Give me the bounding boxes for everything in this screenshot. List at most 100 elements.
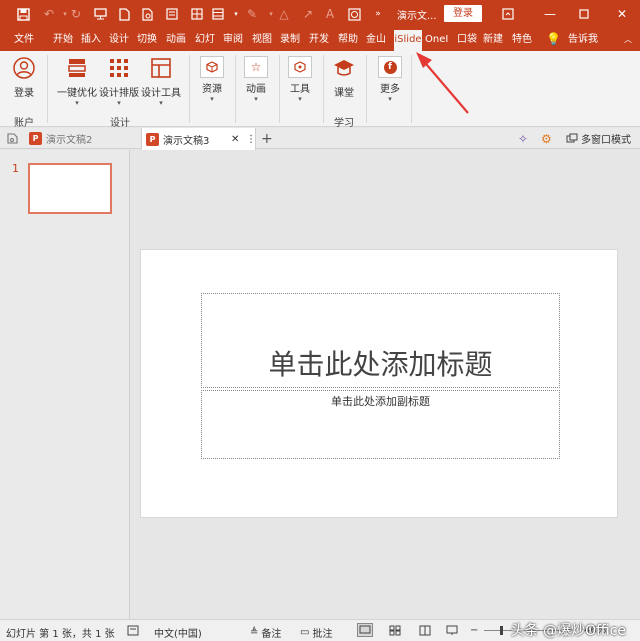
font-color-icon[interactable]: A: [321, 5, 339, 23]
document-tab-1[interactable]: P 演示文稿2: [29, 128, 137, 149]
tab-view[interactable]: 视图: [252, 28, 272, 51]
design-layout-label: 设计排版: [99, 88, 139, 99]
zoom-out-button[interactable]: −: [470, 625, 478, 636]
draw-shape-icon[interactable]: △: [275, 5, 293, 23]
chevron-down-icon: ▾: [298, 95, 302, 103]
tab-record[interactable]: 录制: [280, 28, 300, 51]
slide[interactable]: 单击此处添加标题 单击此处添加副标题: [140, 249, 618, 518]
print-preview-icon[interactable]: [139, 5, 157, 23]
facebook-icon: f: [378, 56, 402, 78]
lightbulb-icon[interactable]: 💡: [546, 28, 561, 51]
tab-insert[interactable]: 插入: [81, 28, 101, 51]
tab-onenote[interactable]: OneI: [425, 28, 451, 51]
tab-islide[interactable]: iSlide: [394, 30, 422, 51]
file-nav-icon[interactable]: [6, 128, 19, 149]
comments-label: 批注: [312, 629, 333, 640]
login-button[interactable]: 登录: [444, 5, 482, 22]
more-label: 更多: [380, 84, 400, 95]
more-button[interactable]: f 更多 ▾: [375, 56, 405, 103]
tab-featured[interactable]: 特色: [512, 28, 536, 51]
graduation-cap-icon: [334, 60, 354, 76]
grid-icon[interactable]: [188, 5, 206, 23]
ribbon-separator: [366, 55, 367, 123]
tab-pocket[interactable]: 口袋: [457, 28, 477, 51]
slide-sorter-view-icon[interactable]: [389, 625, 401, 636]
document-tab-2[interactable]: P 演示文稿3 ✕ ⋮: [141, 128, 256, 150]
minimize-icon[interactable]: —: [540, 4, 560, 24]
slide-thumbnail[interactable]: [28, 163, 112, 214]
notes-icon: ≜: [250, 627, 259, 638]
tab-transitions[interactable]: 切换: [137, 28, 157, 51]
close-icon[interactable]: ✕: [612, 4, 632, 24]
tab-kingsoft[interactable]: 金山: [366, 28, 392, 51]
chevron-down-icon: ▾: [388, 95, 392, 103]
language-indicator[interactable]: 中文(中国): [154, 625, 202, 640]
windows-icon: [566, 133, 578, 143]
notes-button[interactable]: ≜ 备注: [250, 625, 281, 640]
collapse-ribbon-icon[interactable]: ︿: [624, 28, 632, 51]
restore-icon[interactable]: [574, 4, 594, 24]
group-label-learning: 学习: [334, 118, 354, 129]
tab-developer[interactable]: 开发: [309, 28, 329, 51]
chevron-down-icon: ▾: [159, 99, 163, 107]
resources-button[interactable]: 资源 ▾: [197, 56, 227, 103]
tab-new[interactable]: 新建: [483, 28, 503, 51]
zoom-slider-thumb[interactable]: [500, 626, 503, 635]
tab-animations[interactable]: 动画: [166, 28, 186, 51]
one-click-optimize-button[interactable]: 一键优化 ▾: [56, 57, 98, 107]
slideshow-icon[interactable]: [91, 5, 109, 23]
table-icon[interactable]: [209, 5, 227, 23]
comment-icon: ▭: [300, 627, 310, 638]
animation-button[interactable]: ☆ 动画 ▾: [241, 56, 271, 103]
animation-label: 动画: [246, 84, 266, 95]
toolbox-icon: [288, 56, 312, 78]
tab-menu-icon[interactable]: ⋮: [246, 134, 256, 145]
watermark: 头条 @爆炒Office: [510, 623, 626, 639]
multi-window-mode-button[interactable]: 多窗口模式: [566, 128, 631, 149]
ribbon-separator: [279, 55, 280, 123]
tab-file[interactable]: 文件: [14, 28, 34, 51]
comments-button[interactable]: ▭ 批注: [300, 625, 332, 640]
arrow-shape-icon[interactable]: ↗: [299, 5, 317, 23]
new-tab-button[interactable]: +: [261, 128, 273, 149]
slide-info: 幻灯片 第 1 张，共 1 张: [6, 629, 115, 640]
login-ribbon-button[interactable]: 登录: [10, 57, 38, 99]
settings-gear-icon[interactable]: ⚙: [541, 128, 552, 149]
title-placeholder[interactable]: 单击此处添加标题: [201, 293, 560, 388]
notes-label: 备注: [261, 629, 282, 640]
normal-view-icon[interactable]: [357, 623, 373, 637]
redo-icon[interactable]: ↻: [67, 5, 85, 23]
design-layout-button[interactable]: 设计排版 ▾: [98, 57, 140, 107]
tools-button[interactable]: 工具 ▾: [285, 56, 315, 103]
login-ribbon-label: 登录: [14, 88, 34, 99]
document-title: 演示文...: [397, 11, 437, 22]
more-commands-icon[interactable]: »: [369, 5, 387, 23]
slideshow-view-icon[interactable]: [446, 625, 458, 636]
pen-icon[interactable]: ✎: [243, 5, 261, 23]
close-tab-icon[interactable]: ✕: [231, 134, 239, 145]
reading-view-icon[interactable]: [419, 625, 431, 636]
save-icon[interactable]: [14, 5, 32, 23]
tab-help[interactable]: 帮助: [338, 28, 358, 51]
magic-wand-icon[interactable]: ✧: [518, 128, 528, 149]
document-tab-bar: P 演示文稿2 P 演示文稿3 ✕ ⋮ + ✧ ⚙ 多窗口模式: [0, 128, 640, 150]
accessibility-icon[interactable]: [127, 625, 139, 636]
tab-home[interactable]: 开始: [53, 28, 73, 51]
shape-fill-icon[interactable]: [345, 5, 363, 23]
format-icon[interactable]: [163, 5, 181, 23]
design-tools-button[interactable]: 设计工具 ▾: [140, 57, 182, 107]
classroom-button[interactable]: 课堂: [329, 57, 359, 99]
tab-design[interactable]: 设计: [109, 28, 129, 51]
ribbon-display-options-icon[interactable]: [498, 4, 518, 24]
tab-review[interactable]: 审阅: [223, 28, 243, 51]
ribbon-separator: [411, 55, 412, 123]
document-tab-1-label: 演示文稿2: [46, 135, 93, 146]
grid-dots-icon: [110, 59, 128, 77]
new-document-icon[interactable]: [115, 5, 133, 23]
tab-slideshow[interactable]: 幻灯: [195, 28, 215, 51]
subtitle-placeholder[interactable]: 单击此处添加副标题: [201, 390, 560, 459]
tools-label: 工具: [290, 84, 310, 95]
chevron-down-icon: ▾: [254, 95, 258, 103]
tell-me-search[interactable]: 告诉我: [568, 28, 598, 51]
powerpoint-icon: P: [29, 132, 42, 145]
